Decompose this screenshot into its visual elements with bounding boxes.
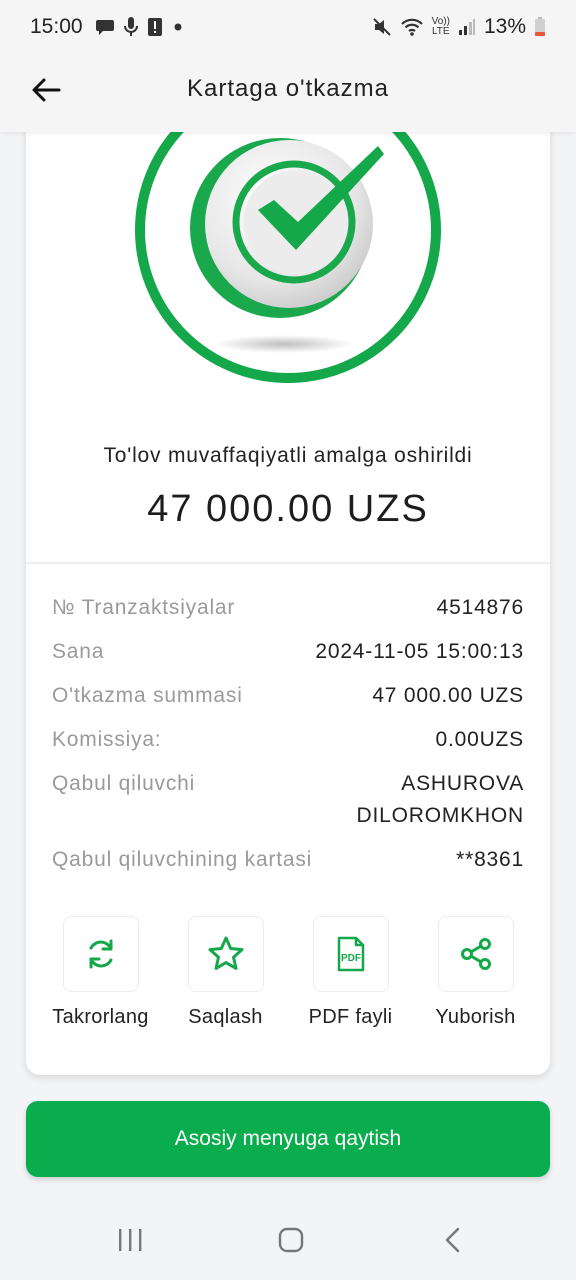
page-title: Kartaga o'tkazma xyxy=(186,75,389,102)
app-bar: Kartaga o'tkazma xyxy=(0,54,576,132)
detail-label: Sana xyxy=(52,640,105,663)
action-icon-box xyxy=(437,916,514,992)
payment-amount: 47 000.00 UZS xyxy=(147,488,429,530)
back-nav-button[interactable] xyxy=(440,1226,468,1259)
detail-value: 47 000.00 UZS xyxy=(372,684,524,707)
share-icon xyxy=(460,938,491,970)
home-nav-button[interactable] xyxy=(277,1226,305,1259)
details-list: № Tranzaktsiyalar 4514876 Sana 2024-11-0… xyxy=(52,592,524,888)
action-buttons: Takrorlang Saqlash PDF PDF fayli Yuboris… xyxy=(26,916,550,1029)
alert-icon xyxy=(147,18,162,36)
detail-label: O'tkazma summasi xyxy=(52,684,243,707)
status-icons-right: Vo)) LTE 13% xyxy=(372,15,546,39)
recent-apps-button[interactable] xyxy=(116,1226,144,1259)
wifi-icon xyxy=(400,18,423,36)
save-button[interactable]: Saqlash xyxy=(166,916,286,1029)
action-label: Yuborish xyxy=(435,1006,516,1028)
detail-value: 0.00UZS xyxy=(435,728,524,751)
action-label: PDF fayli xyxy=(308,1006,393,1028)
detail-value: ASHUROVA DILOROMKHON xyxy=(357,768,524,832)
pdf-icon: PDF xyxy=(337,936,364,972)
recipient-name-line2: DILOROMKHON xyxy=(356,804,524,827)
status-icons-left xyxy=(95,16,185,38)
detail-row-recipient-card: Qabul qiluvchining kartasi **8361 xyxy=(52,844,524,876)
action-label: Saqlash xyxy=(188,1006,263,1028)
share-button[interactable]: Yuborish xyxy=(416,916,536,1029)
back-to-main-menu-button[interactable]: Asosiy menyuga qaytish xyxy=(26,1101,550,1177)
divider xyxy=(26,562,550,564)
detail-value: **8361 xyxy=(456,848,524,871)
star-icon xyxy=(208,936,243,970)
detail-label: Qabul qiluvchi xyxy=(52,772,196,795)
detail-label: Komissiya: xyxy=(52,728,162,751)
detail-value: 2024-11-05 15:00:13 xyxy=(315,640,524,663)
detail-row-commission: Komissiya: 0.00UZS xyxy=(52,724,524,756)
battery-percent: 13% xyxy=(483,15,526,38)
repeat-button[interactable]: Takrorlang xyxy=(41,916,161,1029)
volte-label-bottom: LTE xyxy=(431,26,450,37)
signal-icon xyxy=(458,19,475,35)
home-icon xyxy=(278,1227,304,1253)
receipt-card: To'lov muvaffaqiyatli amalga oshirildi 4… xyxy=(26,110,550,1075)
status-bar: 15:00 Vo)) LTE 13% xyxy=(0,0,576,54)
action-icon-box: PDF xyxy=(312,916,389,992)
success-check-illustration xyxy=(130,110,446,388)
action-icon-box xyxy=(62,916,139,992)
mic-icon xyxy=(123,17,138,36)
mute-icon xyxy=(372,18,391,36)
battery-icon xyxy=(535,17,545,36)
chat-icon xyxy=(95,20,114,35)
action-label: Takrorlang xyxy=(52,1006,149,1028)
detail-value: 4514876 xyxy=(436,596,524,619)
detail-row-date: Sana 2024-11-05 15:00:13 xyxy=(52,636,524,668)
detail-row-transaction: № Tranzaktsiyalar 4514876 xyxy=(52,592,524,624)
pdf-button[interactable]: PDF PDF fayli xyxy=(291,916,411,1029)
action-icon-box xyxy=(187,916,264,992)
recent-apps-icon xyxy=(119,1229,142,1251)
detail-label: Qabul qiluvchining kartasi xyxy=(52,848,313,871)
back-icon xyxy=(445,1227,460,1253)
detail-row-recipient: Qabul qiluvchi ASHUROVA DILOROMKHON xyxy=(52,768,524,832)
detail-row-transfer-amount: O'tkazma summasi 47 000.00 UZS xyxy=(52,680,524,712)
recipient-name-line1: ASHUROVA xyxy=(401,772,524,795)
repeat-icon xyxy=(89,939,112,969)
status-time: 15:00 xyxy=(30,15,83,38)
success-message: To'lov muvaffaqiyatli amalga oshirildi xyxy=(103,444,473,467)
system-nav-bar xyxy=(0,1200,576,1280)
pdf-icon-text: PDF xyxy=(341,953,361,964)
dot-icon xyxy=(174,23,182,31)
detail-label: № Tranzaktsiyalar xyxy=(52,596,236,619)
volte-icon: Vo)) LTE xyxy=(432,17,450,37)
